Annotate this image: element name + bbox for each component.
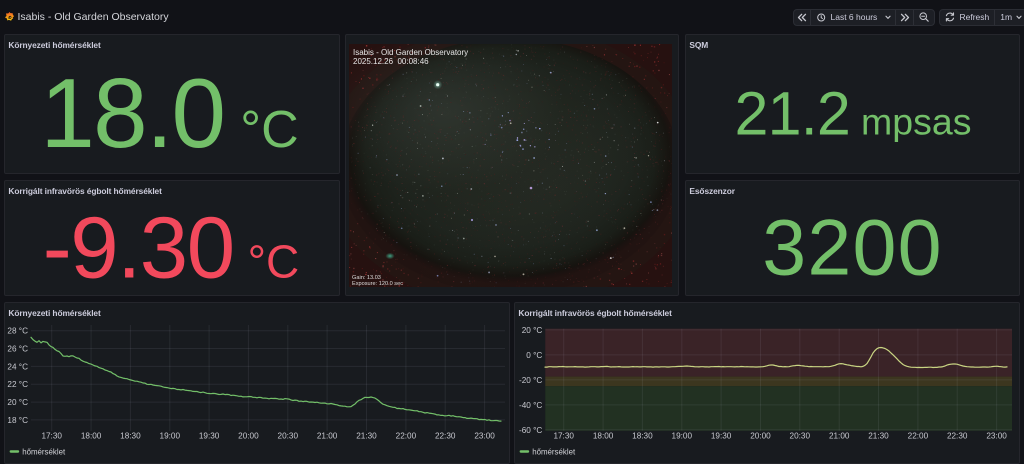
svg-text:21:00: 21:00 <box>829 432 850 441</box>
svg-text:21:00: 21:00 <box>317 432 338 441</box>
svg-text:21:30: 21:30 <box>868 432 889 441</box>
svg-text:19:30: 19:30 <box>199 432 220 441</box>
svg-text:-60 °C: -60 °C <box>519 426 542 435</box>
svg-text:Exposure: 120.0 sec: Exposure: 120.0 sec <box>352 281 403 287</box>
svg-text:28 °C: 28 °C <box>7 327 28 336</box>
svg-text:22:00: 22:00 <box>908 432 929 441</box>
svg-text:22:30: 22:30 <box>947 432 968 441</box>
svg-text:hőmérséklet: hőmérséklet <box>532 447 576 456</box>
svg-text:20:30: 20:30 <box>790 432 811 441</box>
svg-text:17:30: 17:30 <box>41 432 62 441</box>
svg-text:24 °C: 24 °C <box>7 362 28 371</box>
svg-text:22:30: 22:30 <box>435 432 456 441</box>
svg-text:23:00: 23:00 <box>986 432 1007 441</box>
svg-text:18 °C: 18 °C <box>7 416 28 425</box>
svg-text:26 °C: 26 °C <box>7 345 28 354</box>
svg-text:18:00: 18:00 <box>593 432 614 441</box>
svg-text:Isabis - Old Garden Observator: Isabis - Old Garden Observatory <box>353 48 468 57</box>
svg-text:-20 °C: -20 °C <box>519 376 542 385</box>
svg-text:20:30: 20:30 <box>278 432 299 441</box>
svg-text:hőmérséklet: hőmérséklet <box>22 447 66 456</box>
svg-text:23:00: 23:00 <box>474 432 495 441</box>
svg-text:20:00: 20:00 <box>750 432 771 441</box>
svg-text:22:00: 22:00 <box>396 432 417 441</box>
svg-text:22 °C: 22 °C <box>7 380 28 389</box>
svg-text:20 °C: 20 °C <box>522 326 543 335</box>
svg-text:18:00: 18:00 <box>81 432 102 441</box>
svg-text:19:00: 19:00 <box>160 432 181 441</box>
svg-text:19:00: 19:00 <box>672 432 693 441</box>
svg-text:20:00: 20:00 <box>238 432 259 441</box>
svg-text:17:30: 17:30 <box>553 432 574 441</box>
svg-text:18:30: 18:30 <box>632 432 653 441</box>
svg-text:19:30: 19:30 <box>711 432 732 441</box>
svg-text:2025.12.26 00:08:46: 2025.12.26 00:08:46 <box>353 57 429 66</box>
svg-text:-40 °C: -40 °C <box>519 401 542 410</box>
svg-text:21:30: 21:30 <box>356 432 377 441</box>
svg-text:18:30: 18:30 <box>120 432 141 441</box>
svg-text:20 °C: 20 °C <box>7 398 28 407</box>
svg-text:0 °C: 0 °C <box>526 351 542 360</box>
